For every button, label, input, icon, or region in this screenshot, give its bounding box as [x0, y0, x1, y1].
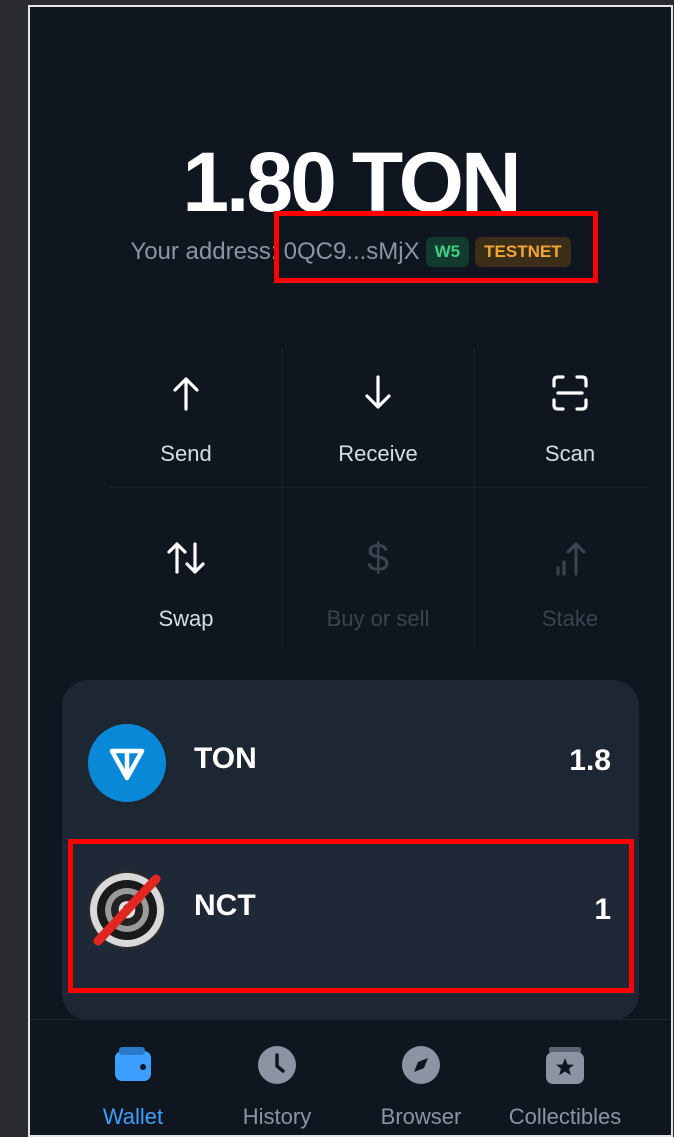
tab-wallet[interactable]: Wallet — [58, 1040, 208, 1135]
stake-label: Stake — [541, 606, 599, 631]
clock-icon — [257, 1040, 297, 1090]
bottom-tab-bar: Wallet History Browser Collectibles — [30, 1019, 671, 1135]
scan-icon — [550, 365, 590, 421]
tab-label: History — [242, 1104, 312, 1129]
tab-browser[interactable]: Browser — [346, 1040, 496, 1135]
dollar-icon: $ — [366, 535, 390, 580]
action-grid: Send Receive Scan Swap $ Buy or sell Sta… — [90, 337, 666, 657]
tab-label: Browser — [380, 1104, 462, 1129]
highlight-box-address — [274, 211, 598, 283]
arrow-down-icon — [363, 365, 393, 421]
wallet-icon — [113, 1040, 153, 1090]
highlight-box-nct — [68, 839, 634, 993]
tab-collectibles[interactable]: Collectibles — [490, 1040, 640, 1135]
compass-icon — [401, 1040, 441, 1090]
send-button[interactable]: Send — [90, 337, 282, 497]
buy-sell-label: Buy or sell — [326, 606, 430, 631]
stake-icon — [550, 530, 590, 586]
stake-button[interactable]: Stake — [474, 502, 666, 662]
star-box-icon — [545, 1040, 585, 1090]
tab-label: Collectibles — [508, 1104, 622, 1129]
swap-icon — [165, 530, 207, 586]
tab-label: Wallet — [102, 1104, 164, 1129]
ton-logo-icon — [88, 724, 166, 802]
buy-sell-button[interactable]: $ Buy or sell — [282, 502, 474, 662]
asset-amount: 1.8 — [569, 744, 611, 777]
wallet-screen: 1.80 TON Your address: 0QC9...sMjX W5 TES… — [28, 5, 673, 1137]
tab-history[interactable]: History — [202, 1040, 352, 1135]
address-label: Your address: — [130, 238, 278, 265]
asset-row-ton[interactable]: TON 1.8 — [62, 690, 639, 840]
receive-button[interactable]: Receive — [282, 337, 474, 497]
scan-button[interactable]: Scan — [474, 337, 666, 497]
swap-label: Swap — [158, 606, 214, 631]
swap-button[interactable]: Swap — [90, 502, 282, 662]
receive-label: Receive — [338, 441, 418, 466]
arrow-up-icon — [171, 365, 201, 421]
send-label: Send — [160, 441, 212, 466]
asset-name: TON — [194, 742, 257, 775]
scan-label: Scan — [544, 441, 596, 466]
